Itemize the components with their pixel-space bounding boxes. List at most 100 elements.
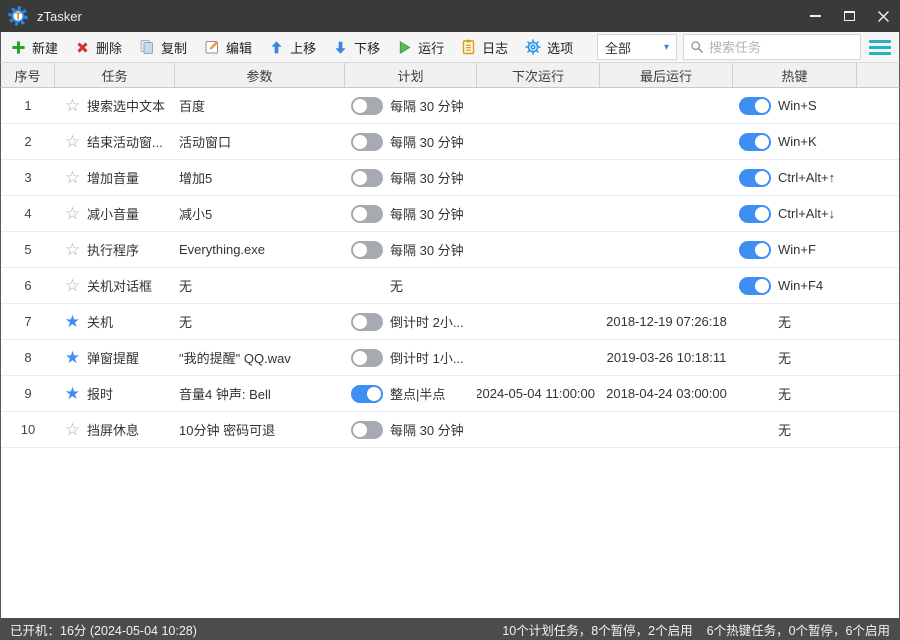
hotkey-toggle[interactable] bbox=[739, 132, 771, 151]
next-run-time bbox=[477, 196, 600, 231]
column-header-schedule[interactable]: 计划 bbox=[345, 63, 477, 87]
move-down-button[interactable]: 下移 bbox=[333, 38, 380, 57]
table-row[interactable]: 3 ☆ 增加音量 增加5 每隔 30 分钟 Ctrl+Alt+↑ bbox=[1, 160, 899, 196]
column-header-next-run[interactable]: 下次运行 bbox=[477, 63, 600, 87]
edit-icon bbox=[205, 40, 219, 54]
star-icon[interactable]: ☆ bbox=[63, 241, 82, 258]
task-params: 音量4 钟声: Bell bbox=[179, 387, 271, 402]
schedule-text: 每隔 30 分钟 bbox=[390, 243, 464, 258]
hotkey-toggle[interactable] bbox=[739, 168, 771, 187]
schedule-toggle[interactable] bbox=[351, 204, 383, 223]
schedule-text: 倒计时 2小... bbox=[390, 315, 464, 330]
close-icon bbox=[877, 10, 889, 22]
table-row[interactable]: 8 ★ 弹窗提醒 "我的提醒" QQ.wav 倒计时 1小... 2019-03… bbox=[1, 340, 899, 376]
star-icon[interactable]: ☆ bbox=[63, 133, 82, 150]
search-input[interactable] bbox=[709, 39, 854, 55]
schedule-toggle[interactable] bbox=[351, 240, 383, 259]
column-header-last-run[interactable]: 最后运行 bbox=[600, 63, 733, 87]
list-view-icon[interactable] bbox=[869, 39, 891, 55]
toolbar-button-label: 选项 bbox=[547, 40, 574, 56]
app-window: T zTasker 新建 删除 复制 编辑 上移 下移 运行 日志 选项 全部 … bbox=[0, 0, 900, 640]
schedule-toggle[interactable] bbox=[351, 384, 383, 403]
last-run-time bbox=[600, 232, 733, 267]
row-spacer bbox=[857, 124, 899, 159]
table-row[interactable]: 10 ☆ 挡屏休息 10分钟 密码可退 每隔 30 分钟 无 bbox=[1, 412, 899, 448]
column-header-no[interactable]: 序号 bbox=[1, 63, 55, 87]
table-row[interactable]: 9 ★ 报时 音量4 钟声: Bell 整点|半点 2024-05-04 11:… bbox=[1, 376, 899, 412]
star-icon[interactable]: ☆ bbox=[63, 169, 82, 186]
app-logo-icon: T bbox=[8, 6, 28, 26]
star-icon[interactable]: ★ bbox=[63, 313, 82, 330]
table-row[interactable]: 4 ☆ 减小音量 减小5 每隔 30 分钟 Ctrl+Alt+↓ bbox=[1, 196, 899, 232]
column-header-hotkey[interactable]: 热键 bbox=[733, 63, 857, 87]
last-run-time bbox=[600, 196, 733, 231]
delete-task-button[interactable]: 删除 bbox=[75, 38, 122, 57]
column-header-params[interactable]: 参数 bbox=[175, 63, 345, 87]
task-name: 弹窗提醒 bbox=[87, 351, 140, 366]
run-task-button[interactable]: 运行 bbox=[397, 38, 444, 57]
run-icon bbox=[399, 40, 411, 54]
table-row[interactable]: 7 ★ 关机 无 倒计时 2小... 2018-12-19 07:26:18 无 bbox=[1, 304, 899, 340]
table-row[interactable]: 2 ☆ 结束活动窗... 活动窗口 每隔 30 分钟 Win+K bbox=[1, 124, 899, 160]
log-icon bbox=[462, 39, 475, 55]
toolbar-button-label: 删除 bbox=[96, 40, 123, 56]
edit-task-button[interactable]: 编辑 bbox=[204, 38, 252, 57]
options-button[interactable]: 选项 bbox=[525, 38, 573, 57]
row-spacer bbox=[857, 376, 899, 411]
log-button[interactable]: 日志 bbox=[461, 38, 508, 57]
filter-value: 全部 bbox=[605, 40, 632, 56]
star-icon[interactable]: ★ bbox=[63, 349, 82, 366]
task-params: 百度 bbox=[179, 99, 206, 114]
minimize-icon bbox=[809, 15, 821, 17]
table-row[interactable]: 6 ☆ 关机对话框 无 无 Win+F4 bbox=[1, 268, 899, 304]
toolbar-button-label: 复制 bbox=[161, 40, 188, 56]
minimize-button[interactable] bbox=[798, 0, 832, 32]
column-header-task[interactable]: 任务 bbox=[55, 63, 175, 87]
task-name: 挡屏休息 bbox=[87, 423, 140, 438]
hotkey-toggle[interactable] bbox=[739, 96, 771, 115]
schedule-toggle[interactable] bbox=[351, 132, 383, 151]
hotkey-toggle[interactable] bbox=[739, 240, 771, 259]
task-name: 关机对话框 bbox=[87, 279, 153, 294]
schedule-toggle[interactable] bbox=[351, 348, 383, 367]
task-params: "我的提醒" QQ.wav bbox=[179, 351, 291, 366]
window-title: zTasker bbox=[37, 8, 82, 24]
star-icon[interactable]: ☆ bbox=[63, 421, 82, 438]
task-params: 活动窗口 bbox=[179, 135, 232, 150]
row-spacer bbox=[857, 88, 899, 123]
schedule-toggle[interactable] bbox=[351, 96, 383, 115]
close-button[interactable] bbox=[866, 0, 900, 32]
star-icon[interactable]: ☆ bbox=[63, 97, 82, 114]
schedule-toggle[interactable] bbox=[351, 312, 383, 331]
row-spacer bbox=[857, 232, 899, 267]
star-icon[interactable]: ☆ bbox=[63, 205, 82, 222]
table-row[interactable]: 1 ☆ 搜索选中文本 百度 每隔 30 分钟 Win+S bbox=[1, 88, 899, 124]
new-task-button[interactable]: 新建 bbox=[11, 38, 58, 57]
row-number: 6 bbox=[24, 278, 32, 293]
star-icon[interactable]: ☆ bbox=[63, 277, 82, 294]
hotkey-text: 无 bbox=[778, 387, 792, 402]
schedule-text: 每隔 30 分钟 bbox=[390, 135, 464, 150]
hotkey-toggle[interactable] bbox=[739, 204, 771, 223]
task-params: 无 bbox=[179, 279, 193, 294]
row-number: 9 bbox=[24, 386, 32, 401]
star-icon[interactable]: ★ bbox=[63, 385, 82, 402]
hotkey-text: Win+F bbox=[778, 242, 816, 257]
row-spacer bbox=[857, 340, 899, 375]
toolbar-button-label: 上移 bbox=[290, 40, 317, 56]
next-run-time bbox=[477, 340, 600, 375]
maximize-button[interactable] bbox=[832, 0, 866, 32]
move-up-button[interactable]: 上移 bbox=[269, 38, 316, 57]
hotkey-toggle[interactable] bbox=[739, 276, 771, 295]
filter-dropdown[interactable]: 全部 ▾ bbox=[597, 34, 677, 60]
toolbar-button-label: 编辑 bbox=[226, 40, 253, 56]
copy-task-button[interactable]: 复制 bbox=[139, 38, 187, 57]
table-row[interactable]: 5 ☆ 执行程序 Everything.exe 每隔 30 分钟 Win+F bbox=[1, 232, 899, 268]
schedule-toggle[interactable] bbox=[351, 168, 383, 187]
schedule-toggle[interactable] bbox=[351, 420, 383, 439]
next-run-time bbox=[477, 232, 600, 267]
chevron-down-icon: ▾ bbox=[663, 41, 669, 53]
row-number: 10 bbox=[20, 422, 36, 437]
last-run-time bbox=[600, 88, 733, 123]
row-number: 7 bbox=[24, 314, 32, 329]
